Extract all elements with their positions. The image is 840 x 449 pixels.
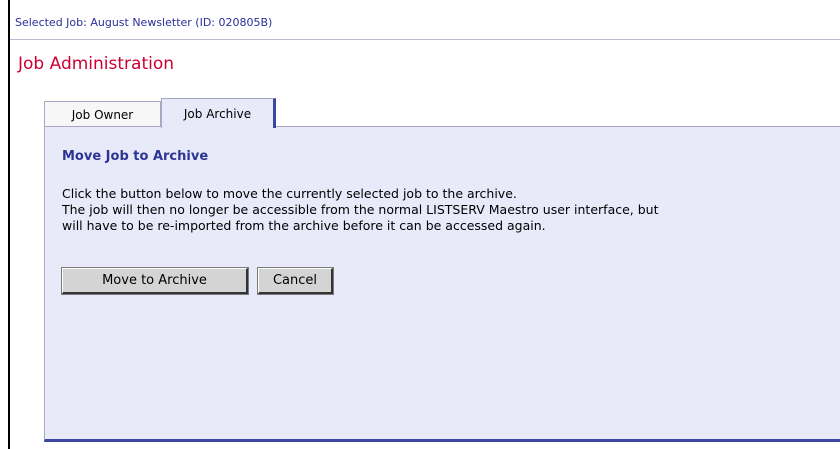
cancel-button[interactable]: Cancel	[257, 267, 334, 295]
left-frame-border	[8, 0, 10, 449]
description-line: The job will then no longer be accessibl…	[62, 202, 659, 217]
selected-job-bar: Selected Job: August Newsletter (ID: 020…	[10, 0, 840, 40]
job-archive-panel: Move Job to Archive Click the button bel…	[44, 126, 840, 442]
archive-description: Click the button below to move the curre…	[62, 186, 832, 234]
description-line: will have to be re-imported from the arc…	[62, 218, 546, 233]
move-to-archive-button[interactable]: Move to Archive	[61, 267, 249, 295]
page-title: Job Administration	[18, 54, 175, 74]
selected-job-label: Selected Job: August Newsletter (ID: 020…	[15, 16, 273, 29]
section-title: Move Job to Archive	[62, 149, 209, 164]
description-line: Click the button below to move the curre…	[62, 186, 517, 201]
tab-job-owner[interactable]: Job Owner	[44, 101, 161, 127]
tab-job-archive[interactable]: Job Archive	[161, 98, 276, 128]
